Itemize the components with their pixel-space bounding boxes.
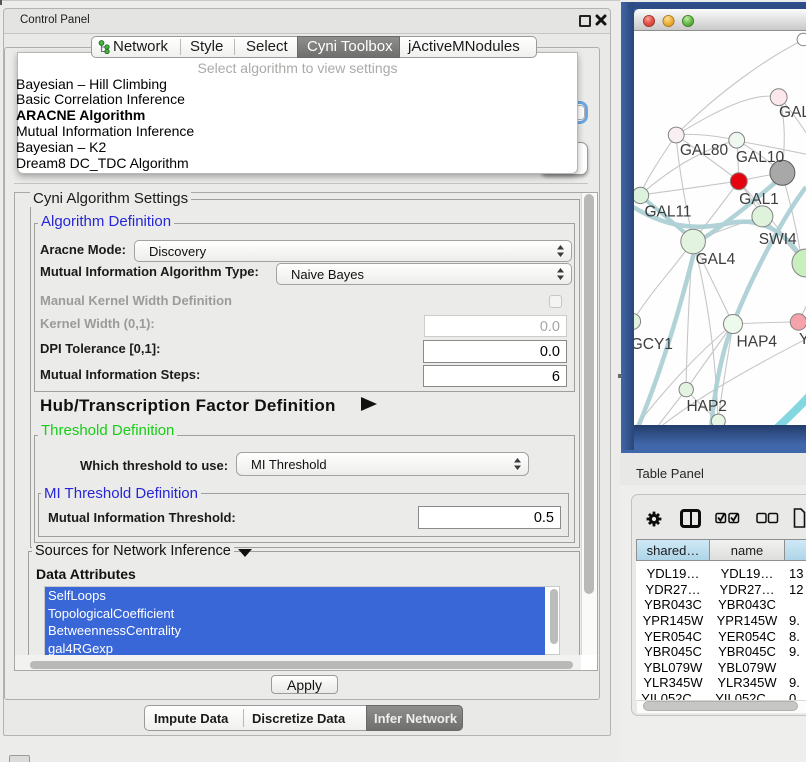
svg-text:GAL11: GAL11 [644, 204, 691, 221]
svg-text:Y: Y [799, 331, 806, 348]
svg-text:HAP2: HAP2 [686, 398, 727, 415]
svg-text:GAL1: GAL1 [739, 191, 779, 208]
svg-text:HAP4: HAP4 [737, 334, 778, 351]
svg-text:GAL10: GAL10 [736, 149, 785, 166]
svg-text:SWI4: SWI4 [759, 231, 797, 248]
svg-text:GAL80: GAL80 [680, 142, 729, 159]
svg-text:GAL: GAL [779, 104, 806, 121]
svg-text:GAL4: GAL4 [696, 251, 736, 268]
svg-text:GCY1: GCY1 [634, 336, 673, 353]
